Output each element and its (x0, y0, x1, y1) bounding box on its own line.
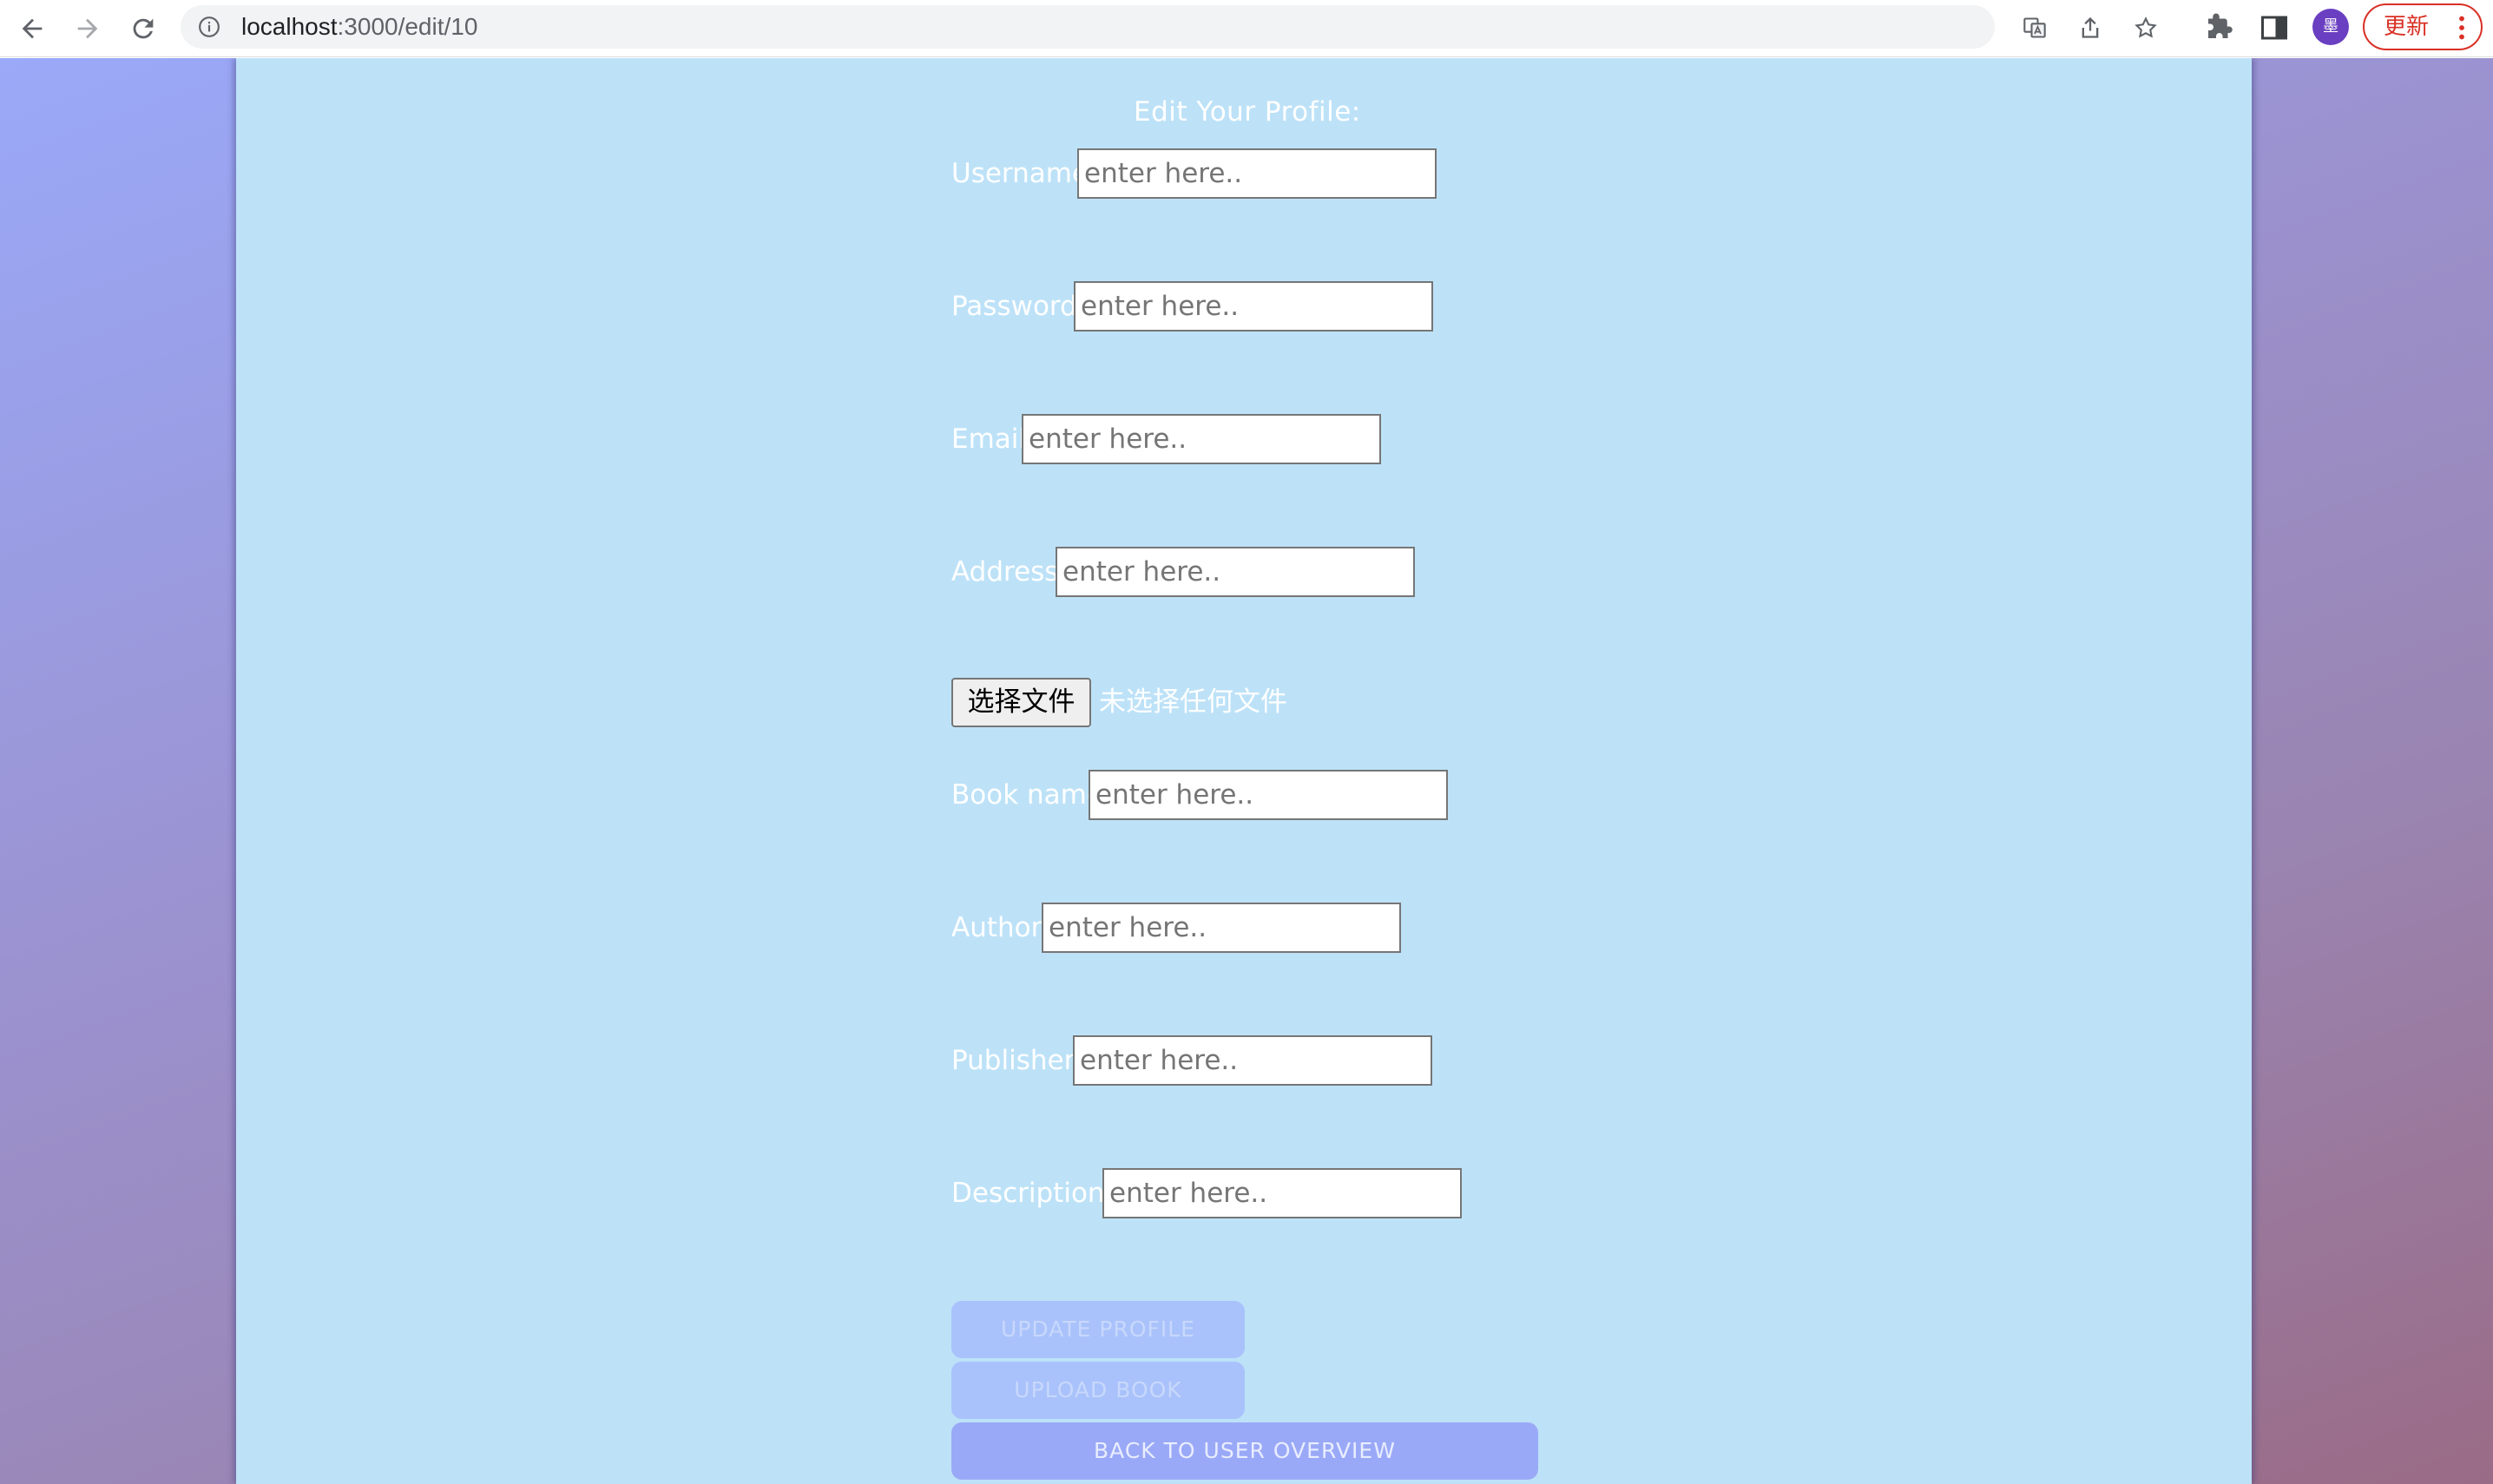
share-icon[interactable] (2078, 16, 2102, 40)
update-profile-button[interactable]: UPDATE PROFILE (951, 1301, 1245, 1358)
arrow-left-icon (22, 18, 43, 39)
publisher-label: Publisher (951, 1045, 1075, 1076)
description-input[interactable] (1102, 1168, 1462, 1218)
password-input[interactable] (1074, 281, 1433, 332)
address-bar[interactable]: localhost:3000/edit/10 (181, 5, 2157, 49)
info-icon[interactable] (198, 16, 220, 38)
description-label: Description (951, 1178, 1105, 1209)
password-label: Password (951, 291, 1077, 322)
extensions-icon[interactable] (2203, 12, 2234, 43)
address-input[interactable] (1056, 547, 1415, 597)
username-label: Username (951, 158, 1089, 189)
username-input[interactable] (1077, 148, 1437, 199)
translate-icon[interactable] (2023, 16, 2047, 40)
url-text[interactable]: localhost:3000/edit/10 (241, 5, 477, 49)
profile-avatar[interactable]: 墨 (2312, 9, 2349, 45)
update-label: 更新 (2384, 14, 2430, 40)
choose-file-button[interactable]: 选择文件 (951, 678, 1091, 727)
address-label: Address (951, 556, 1059, 588)
side-panel-icon[interactable] (2259, 12, 2290, 43)
author-label: Author (951, 912, 1043, 943)
browser-toolbar: localhost:3000/edit/10 墨 更新 (0, 0, 2493, 57)
book-name-label: Book name (951, 779, 1103, 811)
page-title: Edit Your Profile: (1134, 96, 1361, 128)
back-to-overview-button[interactable]: BACK TO USER OVERVIEW (951, 1422, 1538, 1480)
more-vert-icon (2459, 16, 2464, 40)
url-path: :3000/edit/10 (337, 13, 478, 40)
reload-button[interactable] (123, 9, 163, 49)
page-viewport: Edit Your Profile: Username Password Ema… (0, 58, 2493, 1484)
url-host: localhost (241, 13, 338, 40)
book-name-input[interactable] (1089, 770, 1448, 820)
back-button[interactable] (12, 9, 52, 49)
author-input[interactable] (1042, 903, 1401, 953)
reload-icon (133, 18, 154, 39)
email-input[interactable] (1022, 414, 1381, 464)
file-status-text: 未选择任何文件 (1099, 686, 1287, 718)
browser-update-button[interactable]: 更新 (2363, 3, 2483, 50)
forward-button[interactable] (68, 9, 108, 49)
publisher-input[interactable] (1073, 1035, 1432, 1086)
email-label: Email (951, 424, 1027, 455)
arrow-right-icon (77, 18, 98, 39)
bookmark-star-icon[interactable] (2134, 16, 2158, 40)
upload-book-button[interactable]: UPLOAD BOOK (951, 1362, 1245, 1419)
